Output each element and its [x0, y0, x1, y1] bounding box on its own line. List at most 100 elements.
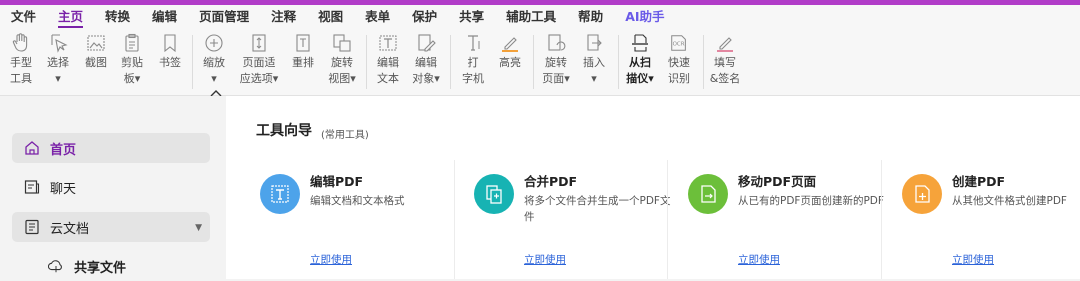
menu-annotate[interactable]: 注释	[260, 5, 307, 29]
tool-card-create-pdf[interactable]: 创建PDF 从其他文件格式创建PDF 立即使用	[902, 158, 1080, 279]
fill-sign-button[interactable]: 填写 &签名	[705, 33, 745, 85]
tool-label: 选择	[47, 56, 69, 69]
menu-home[interactable]: 主页	[47, 5, 94, 29]
sidebar-item-chat[interactable]: 聊天	[12, 172, 210, 202]
toolbar-separator	[450, 35, 451, 89]
menu-view[interactable]: 视图	[307, 5, 354, 29]
menu-file[interactable]: 文件	[0, 5, 47, 29]
tool-label: 插入	[583, 56, 605, 69]
card-divider	[881, 160, 882, 279]
fit-page-options-button[interactable]: 页面适 应选项▾	[237, 33, 281, 85]
rotate-view-button[interactable]: 旋转 视图▾	[322, 33, 362, 85]
use-now-link[interactable]: 立即使用	[310, 252, 352, 267]
tool-label: 板▾	[123, 72, 141, 85]
quick-ocr-button[interactable]: OCR 快速 识别	[659, 33, 699, 85]
zoom-tool-button[interactable]: 缩放 ▾	[194, 33, 234, 85]
tool-label: 视图▾	[328, 72, 356, 85]
tool-label: 对象▾	[412, 72, 440, 85]
typewriter-button[interactable]: 打 字机	[453, 33, 493, 85]
svg-text:OCR: OCR	[673, 42, 685, 48]
clipboard-tool-button[interactable]: 剪贴 板▾	[112, 33, 152, 85]
scanner-icon	[630, 33, 650, 53]
hand-icon	[11, 33, 31, 53]
tool-label: 识别	[668, 72, 690, 85]
insert-page-button[interactable]: 插入 ▾	[574, 33, 614, 85]
tool-label: 高亮	[499, 56, 521, 69]
menu-page-management[interactable]: 页面管理	[188, 5, 260, 29]
menu-form[interactable]: 表单	[354, 5, 401, 29]
screenshot-icon	[86, 33, 106, 53]
select-tool-button[interactable]: 选择 ▾	[38, 33, 78, 85]
sidebar-item-cloud-docs[interactable]: 云文档 ▼	[12, 212, 210, 242]
menu-share[interactable]: 共享	[448, 5, 495, 29]
card-title: 创建PDF	[952, 174, 1006, 189]
tool-label: 应选项▾	[239, 72, 279, 85]
use-now-link[interactable]: 立即使用	[738, 252, 780, 267]
sidebar-item-shared-files[interactable]: 共享文件	[36, 251, 210, 281]
ocr-icon: OCR	[669, 33, 689, 53]
rotate-page-button[interactable]: 旋转 页面▾	[536, 33, 576, 85]
card-description: 编辑文档和文本格式	[310, 195, 405, 207]
menu-convert[interactable]: 转换	[94, 5, 141, 29]
toolbar-separator	[533, 35, 534, 89]
edit-object-icon	[416, 33, 436, 53]
edit-object-button[interactable]: 编辑 对象▾	[406, 33, 446, 85]
reflow-tool-button[interactable]: 重排	[283, 33, 323, 69]
card-description: 从已有的PDF页面创建新的PDF	[738, 195, 884, 207]
rotate-view-icon	[332, 33, 352, 53]
expand-arrow-icon[interactable]: ▼	[195, 223, 202, 233]
tool-label: 打	[467, 56, 479, 69]
sidebar-item-home[interactable]: 首页	[12, 133, 210, 163]
highlight-button[interactable]: 高亮	[490, 33, 530, 69]
tool-label: 书签	[159, 56, 181, 69]
tool-label: 字机	[462, 72, 484, 85]
menu-edit[interactable]: 编辑	[141, 5, 188, 29]
tool-label: 页面适	[242, 56, 276, 69]
sidebar-item-label: 共享文件	[74, 260, 127, 276]
tool-label: 编辑	[377, 56, 399, 69]
tool-label: 页面▾	[542, 72, 570, 85]
tool-label: 工具	[10, 72, 32, 85]
create-pdf-icon	[902, 174, 942, 214]
tool-label: 从扫	[629, 56, 651, 69]
tool-label: ▾	[55, 72, 61, 85]
from-scanner-button[interactable]: 从扫 描仪▾	[620, 33, 660, 85]
tool-label: 文本	[377, 72, 399, 85]
tool-label: 快速	[668, 56, 690, 69]
menu-protect[interactable]: 保护	[401, 5, 448, 29]
tool-label: 截图	[85, 56, 107, 69]
bookmark-tool-button[interactable]: 书签	[150, 33, 190, 69]
tool-label: 描仪▾	[626, 72, 654, 85]
use-now-link[interactable]: 立即使用	[952, 252, 994, 267]
tool-label: 旋转	[545, 56, 567, 69]
tool-label: &签名	[709, 72, 741, 85]
hand-tool-button[interactable]: 手型 工具	[1, 33, 41, 85]
edit-text-button[interactable]: 编辑 文本	[368, 33, 408, 85]
menu-ai-assistant[interactable]: AI助手	[614, 5, 675, 29]
ribbon-toolbar: 手型 工具 选择 ▾ 截图 剪贴 板▾ 书签 缩放 ▾ 页面适 应选项▾ 重排 …	[0, 29, 1080, 97]
collapse-ribbon-icon[interactable]	[210, 82, 222, 97]
tool-card-edit-pdf[interactable]: 编辑PDF 编辑文档和文本格式 立即使用	[260, 158, 473, 279]
card-description: 从其他文件格式创建PDF	[952, 195, 1067, 207]
home-icon	[24, 140, 40, 156]
fit-page-icon	[249, 33, 269, 53]
main-panel: 工具向导 (常用工具) 编辑PDF 编辑文档和文本格式 立即使用 合并PDF 将…	[226, 96, 1080, 279]
tool-label: 缩放	[203, 56, 225, 69]
card-divider	[454, 160, 455, 279]
card-description: 将多个文件合并生成一个PDF文件	[524, 195, 671, 223]
menu-accessibility[interactable]: 辅助工具	[495, 5, 567, 29]
chat-icon	[24, 179, 40, 195]
screenshot-tool-button[interactable]: 截图	[76, 33, 116, 69]
tool-label: 手型	[10, 56, 32, 69]
tool-label: 重排	[292, 56, 314, 69]
cloud-doc-icon	[24, 219, 40, 235]
tool-card-merge-pdf[interactable]: 合并PDF 将多个文件合并生成一个PDF文件 立即使用	[474, 158, 687, 279]
use-now-link[interactable]: 立即使用	[524, 252, 566, 267]
card-title: 编辑PDF	[310, 174, 364, 189]
sidebar-item-label: 聊天	[50, 181, 77, 197]
menu-help[interactable]: 帮助	[567, 5, 614, 29]
rotate-page-icon	[546, 33, 566, 53]
tool-card-move-pdf-pages[interactable]: 移动PDF页面 从已有的PDF页面创建新的PDF 立即使用	[688, 158, 901, 279]
toolbar-separator	[366, 35, 367, 89]
clipboard-icon	[122, 33, 142, 53]
